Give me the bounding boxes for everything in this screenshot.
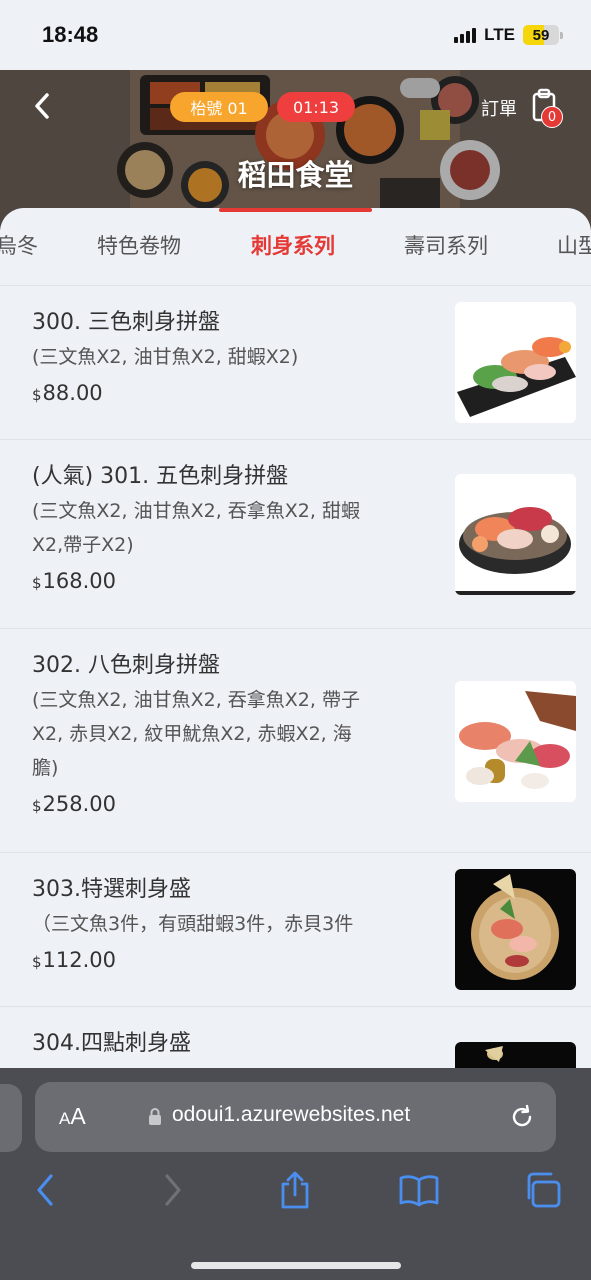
- order-label[interactable]: 訂單: [481, 95, 517, 121]
- sashimi-platter-photo: [455, 302, 576, 423]
- status-time: 18:48: [42, 22, 99, 47]
- sashimi-four-photo: [455, 1042, 576, 1068]
- menu-item[interactable]: (人氣) 301. 五色刺身拼盤 (三文魚X2, 油甘魚X2, 吞拿魚X2, 甜…: [0, 440, 591, 629]
- item-description: X2, 赤貝X2, 紋甲魷魚X2, 赤蝦X2, 海: [32, 723, 352, 745]
- menu-item[interactable]: 304.四點刺身盛: [0, 1007, 591, 1068]
- tab-sashimi[interactable]: 刺身系列: [251, 230, 335, 260]
- item-name: 303.特選刺身盛: [32, 877, 191, 902]
- network-label: LTE: [484, 25, 515, 44]
- reader-text-size-button[interactable]: AA: [59, 1103, 86, 1130]
- item-name: 302. 八色刺身拼盤: [32, 653, 220, 678]
- menu-item[interactable]: 303.特選刺身盛 （三文魚3件，有頭甜蝦3件，赤貝3件 $112.00: [0, 853, 591, 1007]
- bookmarks-icon: [399, 1175, 439, 1207]
- tabs-icon: [527, 1172, 561, 1208]
- timer-badge: 01:13: [277, 92, 355, 122]
- sashimi-deluxe-photo: [455, 681, 576, 802]
- item-description: X2,帶子X2): [32, 534, 134, 556]
- url-text: odoui1.azurewebsites.net: [172, 1103, 411, 1126]
- back-icon: [37, 1174, 53, 1206]
- browser-forward-button[interactable]: [151, 1168, 195, 1212]
- home-indicator: [191, 1262, 401, 1269]
- menu-list: 300. 三色刺身拼盤 (三文魚X2, 油甘魚X2, 甜蝦X2) $88.00 …: [0, 286, 591, 1068]
- item-price: $168.00: [32, 569, 117, 593]
- tab-special-rolls[interactable]: 特色卷物: [97, 230, 181, 260]
- back-button[interactable]: [24, 88, 60, 124]
- item-price: $112.00: [32, 948, 117, 972]
- item-description: 膽): [32, 757, 59, 779]
- browser-back-button[interactable]: [23, 1168, 67, 1212]
- reload-icon[interactable]: [507, 1102, 537, 1132]
- forward-icon: [165, 1174, 181, 1206]
- category-tabs: 烏冬 特色卷物 刺身系列 壽司系列 山型: [0, 208, 591, 286]
- previous-tab-preview[interactable]: [0, 1084, 22, 1152]
- share-icon: [281, 1171, 309, 1209]
- sashimi-special-photo: [455, 869, 576, 990]
- item-name: 300. 三色刺身拼盤: [32, 310, 220, 335]
- item-name: 304.四點刺身盛: [32, 1031, 191, 1056]
- status-bar: 18:48 LTE 59: [0, 0, 591, 70]
- item-price: $258.00: [32, 792, 117, 816]
- active-tab-indicator: [219, 208, 372, 212]
- share-button[interactable]: [273, 1168, 317, 1212]
- item-name: (人氣) 301. 五色刺身拼盤: [32, 464, 289, 489]
- battery-level: 59: [532, 26, 550, 44]
- menu-item[interactable]: 302. 八色刺身拼盤 (三文魚X2, 油甘魚X2, 吞拿魚X2, 帶子 X2,…: [0, 629, 591, 853]
- lock-icon: [149, 1108, 161, 1125]
- item-description: (三文魚X2, 油甘魚X2, 吞拿魚X2, 甜蝦: [32, 500, 360, 522]
- sashimi-bowl-photo: [455, 474, 576, 595]
- tab-sushi[interactable]: 壽司系列: [404, 230, 488, 260]
- item-price: $88.00: [32, 381, 103, 405]
- store-header: 枱號 01 01:13 訂單 0 稻田食堂: [0, 70, 591, 230]
- item-description: （三文魚3件，有頭甜蝦3件，赤貝3件: [32, 913, 354, 935]
- tab-udon[interactable]: 烏冬: [0, 230, 38, 260]
- browser-toolbar: AA odoui1.azurewebsites.net: [0, 1068, 591, 1280]
- tab-more[interactable]: 山型: [557, 230, 591, 260]
- store-name: 稻田食堂: [237, 158, 354, 192]
- bookmarks-button[interactable]: [397, 1168, 441, 1212]
- item-description: (三文魚X2, 油甘魚X2, 甜蝦X2): [32, 346, 299, 368]
- table-number-badge: 枱號 01: [170, 92, 268, 122]
- status-indicators: LTE 59: [454, 25, 563, 45]
- battery-icon: 59: [523, 25, 563, 45]
- tabs-button[interactable]: [521, 1168, 565, 1212]
- chevron-left-icon: [35, 93, 49, 119]
- order-count-badge: 0: [541, 106, 563, 128]
- item-description: (三文魚X2, 油甘魚X2, 吞拿魚X2, 帶子: [32, 689, 360, 711]
- address-bar[interactable]: AA odoui1.azurewebsites.net: [35, 1082, 556, 1152]
- menu-item[interactable]: 300. 三色刺身拼盤 (三文魚X2, 油甘魚X2, 甜蝦X2) $88.00: [0, 286, 591, 440]
- signal-icon: [454, 27, 477, 43]
